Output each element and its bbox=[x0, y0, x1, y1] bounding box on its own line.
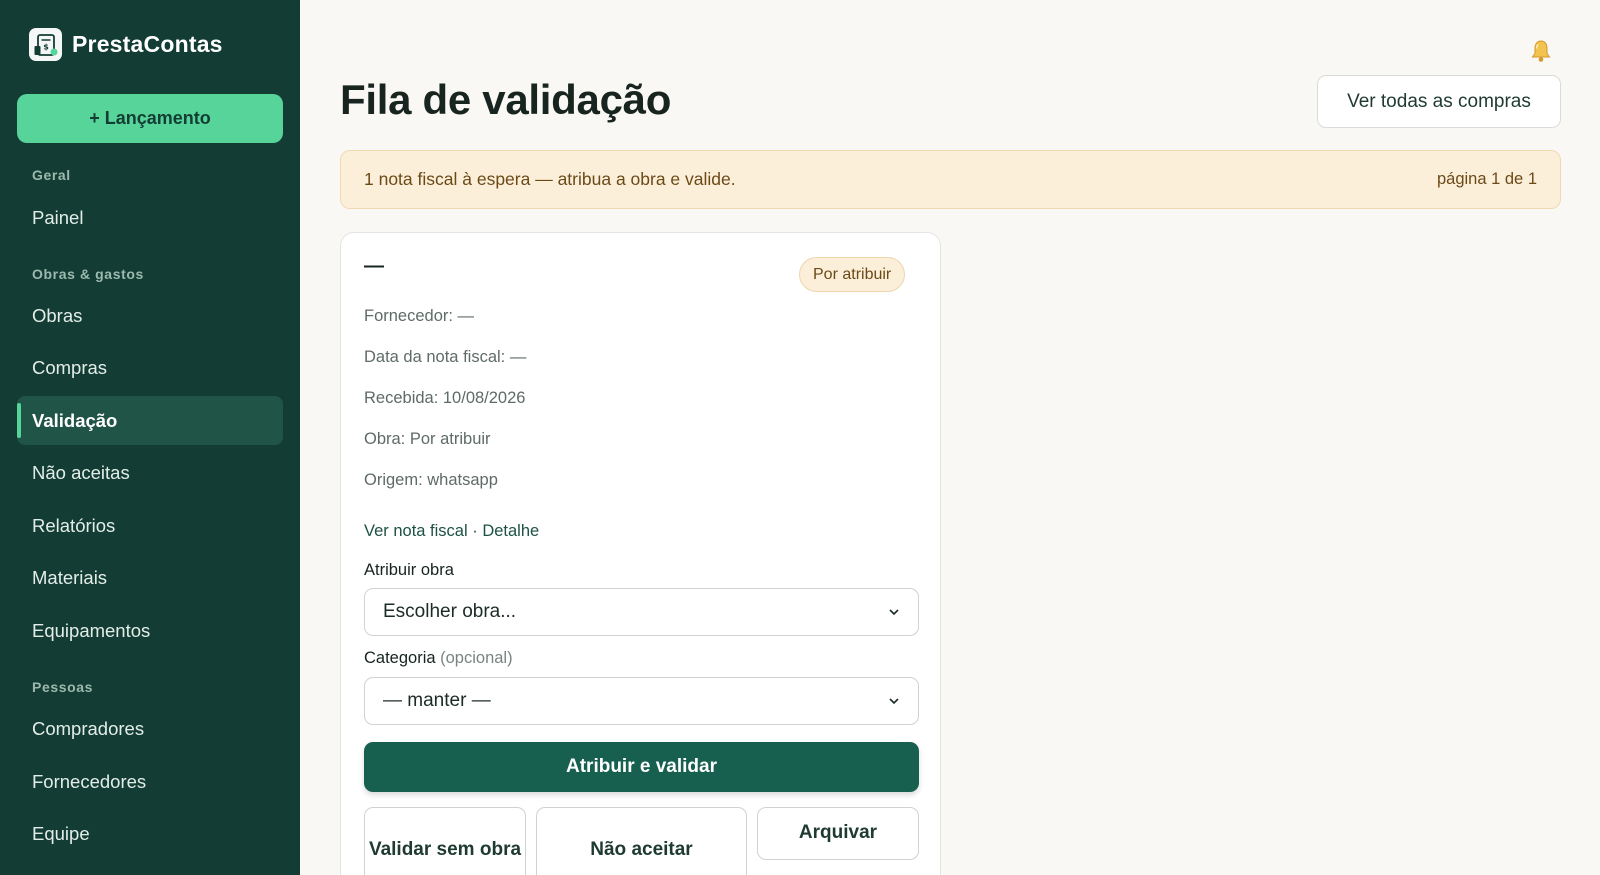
sidebar-item-nao-aceitas[interactable]: Não aceitas bbox=[17, 448, 283, 497]
sidebar-item-fornecedores[interactable]: Fornecedores bbox=[17, 757, 283, 806]
assign-project-select[interactable]: Escolher obra... bbox=[364, 588, 919, 636]
invoice-identifier: — bbox=[364, 255, 384, 277]
detail-link[interactable]: Detalhe bbox=[482, 522, 539, 540]
category-label-text: Categoria bbox=[364, 649, 436, 667]
invoice-date-text: Data da nota fiscal: — bbox=[364, 348, 527, 366]
project-text: Obra: Por atribuir bbox=[364, 430, 491, 448]
sidebar-item-label: Compradores bbox=[32, 717, 145, 739]
bell-icon[interactable] bbox=[1526, 36, 1556, 66]
archive-button[interactable]: Arquivar bbox=[757, 807, 919, 860]
main-content: Fila de validação Ver todas as compras 1… bbox=[300, 0, 1600, 875]
sidebar-item-validacao[interactable]: Validação bbox=[17, 396, 283, 445]
origin-text: Origem: whatsapp bbox=[364, 471, 498, 489]
invoice-card: — Por atribuir Fornecedor: — Data da not… bbox=[340, 232, 941, 875]
sidebar-item-label: Painel bbox=[32, 206, 84, 228]
supplier-text: Fornecedor: — bbox=[364, 307, 475, 325]
sidebar-item-painel[interactable]: Painel bbox=[17, 193, 283, 242]
sidebar-item-equipe[interactable]: Equipe bbox=[17, 809, 283, 858]
receipt-logo-icon: $ bbox=[29, 28, 62, 61]
section-label-geral: Geral bbox=[32, 167, 71, 183]
svg-text:$: $ bbox=[43, 42, 49, 51]
validate-without-project-button[interactable]: Validar sem obra bbox=[364, 807, 526, 875]
category-select[interactable]: — manter — bbox=[364, 677, 919, 725]
section-label-pessoas: Pessoas bbox=[32, 679, 94, 695]
queue-banner: 1 nota fiscal à espera — atribua a obra … bbox=[340, 150, 1561, 209]
sidebar-item-label: Validação bbox=[32, 409, 118, 431]
sidebar-item-materiais[interactable]: Materiais bbox=[17, 553, 283, 602]
sidebar-item-label: Compras bbox=[32, 356, 108, 378]
category-label: Categoria (opcional) bbox=[364, 649, 513, 668]
banner-message: 1 nota fiscal à espera — atribua a obra … bbox=[364, 169, 736, 189]
link-separator: · bbox=[472, 522, 478, 540]
sidebar-item-label: Equipamentos bbox=[32, 619, 151, 641]
view-all-purchases-button[interactable]: Ver todas as compras bbox=[1317, 75, 1561, 128]
assign-and-validate-button[interactable]: Atribuir e validar bbox=[364, 742, 919, 792]
pagination-text: página 1 de 1 bbox=[1436, 170, 1537, 188]
assign-project-value: Escolher obra... bbox=[383, 601, 517, 622]
sidebar-item-label: Fornecedores bbox=[32, 770, 147, 792]
chevron-down-icon bbox=[889, 698, 899, 705]
status-badge: Por atribuir bbox=[799, 257, 906, 292]
sidebar-item-relatorios[interactable]: Relatórios bbox=[17, 501, 283, 550]
category-optional-text: (opcional) bbox=[440, 649, 513, 667]
sidebar-item-equipamentos[interactable]: Equipamentos bbox=[17, 606, 283, 655]
assign-project-label: Atribuir obra bbox=[364, 561, 454, 579]
sidebar: $ PrestaContas + Lançamento Geral Painel… bbox=[0, 0, 300, 875]
reject-button[interactable]: Não aceitar bbox=[536, 807, 747, 875]
sidebar-item-compradores[interactable]: Compradores bbox=[17, 704, 283, 753]
category-value: — manter — bbox=[383, 690, 491, 711]
view-invoice-link[interactable]: Ver nota fiscal bbox=[364, 522, 468, 540]
new-entry-button[interactable]: + Lançamento bbox=[17, 94, 283, 143]
chevron-down-icon bbox=[889, 609, 899, 616]
sidebar-item-compras[interactable]: Compras bbox=[17, 343, 283, 392]
section-label-obras-gastos: Obras & gastos bbox=[32, 266, 144, 282]
brand[interactable]: $ PrestaContas bbox=[29, 28, 223, 61]
sidebar-item-label: Não aceitas bbox=[32, 461, 130, 483]
received-date-text: Recebida: 10/08/2026 bbox=[364, 389, 526, 407]
sidebar-item-label: Equipe bbox=[32, 822, 90, 844]
card-links: Ver nota fiscal · Detalhe bbox=[364, 522, 539, 541]
page-title: Fila de validação bbox=[340, 76, 672, 123]
brand-name: PrestaContas bbox=[72, 31, 223, 57]
sidebar-item-label: Relatórios bbox=[32, 514, 116, 536]
sidebar-item-label: Obras bbox=[32, 304, 83, 326]
sidebar-item-obras[interactable]: Obras bbox=[17, 291, 283, 340]
sidebar-item-label: Materiais bbox=[32, 566, 108, 588]
